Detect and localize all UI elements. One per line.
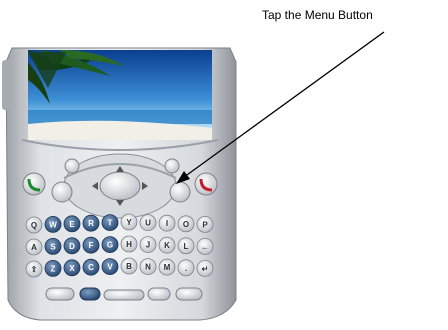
key-p[interactable]: P	[196, 215, 214, 233]
key-label: C	[88, 263, 94, 272]
key-r[interactable]: R	[82, 214, 100, 232]
key-s[interactable]: S	[44, 237, 62, 255]
palm-treo-smartphone-icon: Q W E R T Y U I O P A S D F G H J K L ← ⇧ Z X C V B N M. ↵	[2, 31, 385, 321]
key-a[interactable]: A	[25, 238, 43, 256]
key-b[interactable]: B	[120, 257, 138, 275]
calendar-button[interactable]	[51, 181, 73, 203]
key-label: ↵	[202, 264, 209, 273]
home-button[interactable]	[64, 158, 80, 174]
key-label: S	[50, 242, 56, 251]
key-symbol[interactable]: ↵	[196, 259, 214, 277]
key-label: N	[145, 263, 151, 272]
key-i[interactable]: I	[158, 214, 176, 232]
key-q[interactable]: Q	[25, 216, 43, 234]
key-m[interactable]: M	[158, 258, 176, 276]
key-label: M	[164, 263, 171, 272]
key-label: Q	[31, 221, 37, 230]
key-n[interactable]: N	[139, 258, 157, 276]
key-label: X	[69, 264, 75, 273]
key-j[interactable]: J	[139, 236, 157, 254]
key-label: ←	[201, 242, 209, 251]
key-label: J	[146, 241, 150, 250]
key-c[interactable]: C	[82, 258, 100, 276]
key-h[interactable]: H	[120, 235, 138, 253]
key-v[interactable]: V	[101, 258, 119, 276]
key-label: .	[185, 264, 187, 273]
power-end-button[interactable]	[194, 172, 218, 196]
key-label: E	[69, 220, 75, 229]
key-x[interactable]: X	[63, 259, 81, 277]
key-label: A	[31, 243, 37, 252]
key-o[interactable]: O	[177, 215, 195, 233]
alt-key[interactable]	[147, 287, 171, 301]
key-d[interactable]: D	[63, 237, 81, 255]
key-w[interactable]: W	[44, 215, 62, 233]
key-label: Z	[51, 264, 56, 273]
five-way-navigator[interactable]	[99, 171, 141, 201]
key-label: F	[89, 241, 94, 250]
key-label: ⇧	[31, 265, 38, 274]
key-label: B	[126, 262, 132, 271]
menu-button[interactable]	[164, 158, 180, 174]
key-g[interactable]: G	[101, 236, 119, 254]
key-label: U	[145, 219, 151, 228]
screen	[28, 50, 212, 140]
key-l[interactable]: L	[177, 237, 195, 255]
key-e[interactable]: E	[63, 215, 81, 233]
antenna	[2, 60, 10, 110]
key-label: W	[49, 220, 57, 229]
key-u[interactable]: U	[139, 214, 157, 232]
key-label: R	[88, 219, 94, 228]
key-label: O	[183, 220, 189, 229]
enter-bottom-key[interactable]	[175, 287, 203, 301]
key-symbol[interactable]: .	[177, 259, 195, 277]
space-key[interactable]	[103, 289, 145, 301]
key-f[interactable]: F	[82, 236, 100, 254]
key-label: H	[126, 240, 132, 249]
option-key[interactable]	[45, 287, 75, 301]
mail-button[interactable]	[169, 181, 191, 203]
key-symbol[interactable]: ⇧	[25, 260, 43, 278]
key-y[interactable]: Y	[120, 213, 138, 231]
key-z[interactable]: Z	[44, 259, 62, 277]
key-t[interactable]: T	[101, 214, 119, 232]
key-label: G	[107, 241, 113, 250]
key-label: K	[164, 241, 170, 250]
key-k[interactable]: K	[158, 236, 176, 254]
key-label: D	[69, 242, 75, 251]
key-label: Y	[126, 218, 132, 227]
key-label: P	[202, 220, 208, 229]
key-symbol[interactable]: ←	[196, 237, 214, 255]
key-label: I	[166, 219, 168, 228]
key-label: V	[107, 263, 113, 272]
shift-left-key[interactable]	[79, 287, 101, 301]
key-label: T	[108, 219, 113, 228]
phone-button[interactable]	[22, 172, 46, 196]
key-label: L	[184, 242, 189, 251]
